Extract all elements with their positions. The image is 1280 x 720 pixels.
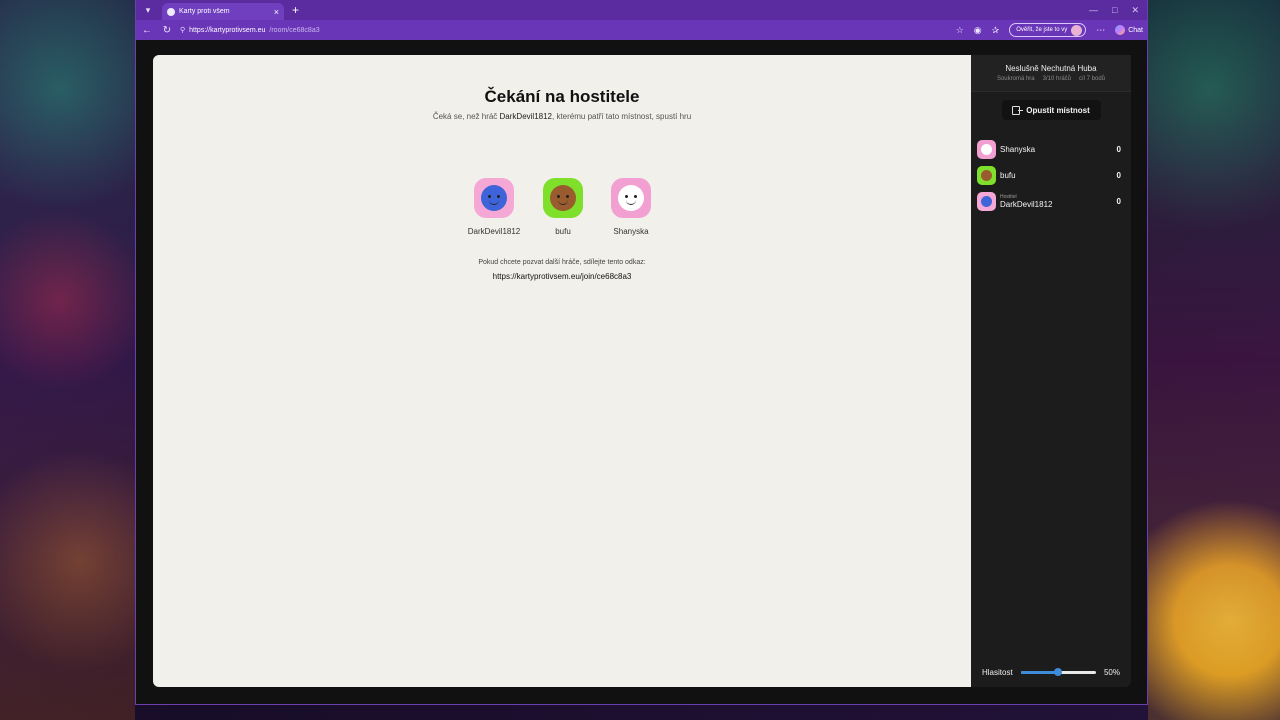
scoreboard-player-name: bufu <box>1000 170 1016 180</box>
scoreboard: Shanyska 0 bufu 0 Hostitel DarkDevil1812 0 <box>971 136 1131 214</box>
avatar-face-icon <box>618 185 644 211</box>
url-field[interactable]: ⚲ https://kartyprotivsem.eu/room/ce68c8a… <box>180 23 950 37</box>
volume-slider[interactable] <box>1020 667 1096 676</box>
url-host: https://kartyprotivsem.eu <box>189 26 266 34</box>
tab-title: Karty proti všem <box>179 8 230 15</box>
chat-label: Chat <box>1128 26 1143 34</box>
toolbar-icons: ☆ ◉ ✰ Ověřit, že jste to vy ⋯ Chat <box>956 23 1143 37</box>
volume-control: Hlasitost 50% <box>971 665 1131 679</box>
scoreboard-score: 0 <box>1116 196 1121 206</box>
page-title: Čekání na hostitele <box>484 87 640 106</box>
room-sidebar: Neslušně Nechutná Huba Soukromá hra 3/10… <box>971 55 1131 687</box>
waiting-room-panel: Čekání na hostitele Čeká se, než hráč Da… <box>153 55 971 687</box>
site-info-icon[interactable]: ⚲ <box>180 26 185 34</box>
waiting-description: Čeká se, než hráč DarkDevil1812, kterému… <box>153 112 971 121</box>
player-name: bufu <box>555 227 571 236</box>
room-goal: cíl 7 bodů <box>1079 76 1106 82</box>
address-bar: ← ↻ ⚲ https://kartyprotivsem.eu/room/ce6… <box>136 20 1147 40</box>
scoreboard-score: 0 <box>1116 170 1121 180</box>
extension-icon[interactable]: ◉ <box>974 25 982 36</box>
new-tab-plus-icon[interactable]: + <box>292 3 299 17</box>
scoreboard-avatar <box>977 165 996 185</box>
scoreboard-player-info: Shanyska <box>1000 145 1113 154</box>
room-header: Neslušně Nechutná Huba Soukromá hra 3/10… <box>971 55 1131 92</box>
browser-window: ▾ Karty proti všem × + — □ ✕ ← ↻ ⚲ https… <box>135 0 1148 705</box>
room-player-count: 3/10 hráčů <box>1042 76 1071 82</box>
page-viewport: Čekání na hostitele Čeká se, než hráč Da… <box>136 40 1147 704</box>
scoreboard-player-info: bufu <box>1000 171 1113 180</box>
scoreboard-row: Hostitel DarkDevil1812 0 <box>971 188 1131 214</box>
player-card: bufu <box>537 178 589 236</box>
verify-label: Ověřit, že jste to vy <box>1016 27 1068 33</box>
tab-bar: ▾ Karty proti všem × + — □ ✕ <box>136 0 1147 20</box>
scoreboard-row: bufu 0 <box>971 162 1131 188</box>
scoreboard-avatar <box>977 191 996 211</box>
player-card: Shanyska <box>605 178 657 236</box>
player-name: Shanyska <box>613 227 649 236</box>
scoreboard-player-info: Hostitel DarkDevil1812 <box>1000 194 1113 209</box>
waiting-description-end: , kterému patří tato místnost, spustí hr… <box>552 112 692 121</box>
scoreboard-player-name: Shanyska <box>1000 144 1036 154</box>
scoreboard-row: Shanyska 0 <box>971 136 1131 162</box>
host-name: DarkDevil1812 <box>499 112 552 121</box>
player-avatar <box>611 178 651 218</box>
player-name: DarkDevil1812 <box>467 227 521 236</box>
minimize-icon[interactable]: — <box>1089 5 1098 16</box>
leave-room-button[interactable]: Opustit místnost <box>1001 100 1101 120</box>
player-avatars: DarkDevil1812 bufu Shanyska <box>153 178 971 236</box>
collections-star-icon[interactable]: ✰ <box>992 25 1000 36</box>
copilot-chat-button[interactable]: Chat <box>1115 25 1143 35</box>
invite-link[interactable]: https://kartyprotivsem.eu/join/ce68c8a3 <box>153 272 971 281</box>
player-card: DarkDevil1812 <box>467 178 521 236</box>
waiting-description-start: Čeká se, než hráč <box>432 112 500 121</box>
maximize-icon[interactable]: □ <box>1112 5 1117 16</box>
volume-label: Hlasitost <box>982 667 1013 677</box>
profile-verify-button[interactable]: Ověřit, že jste to vy <box>1009 23 1087 37</box>
player-avatar <box>474 178 514 218</box>
avatar-face-icon <box>481 185 507 211</box>
reload-icon[interactable]: ↻ <box>160 25 174 36</box>
scoreboard-avatar <box>977 139 996 159</box>
exit-door-icon <box>1012 105 1024 115</box>
window-controls: — □ ✕ <box>1089 5 1147 16</box>
more-menu-icon[interactable]: ⋯ <box>1096 25 1105 36</box>
tab-active[interactable]: Karty proti všem × <box>162 3 284 20</box>
room-meta: Soukromá hra 3/10 hráčů cíl 7 bodů <box>971 76 1131 82</box>
tab-close-icon[interactable]: × <box>274 7 279 17</box>
leave-room-label: Opustit místnost <box>1026 105 1090 115</box>
invite-instructions: Pokud chcete pozvat další hráče, sdílejt… <box>478 259 646 266</box>
room-type: Soukromá hra <box>996 76 1035 82</box>
close-window-icon[interactable]: ✕ <box>1131 5 1139 16</box>
volume-slider-thumb[interactable] <box>1054 667 1063 676</box>
wallpaper-right-art <box>1148 0 1280 720</box>
avatar-face-icon <box>550 185 576 211</box>
favorite-star-icon[interactable]: ☆ <box>956 25 964 36</box>
copilot-logo-icon <box>1115 25 1126 35</box>
scoreboard-score: 0 <box>1116 144 1121 154</box>
room-name: Neslušně Nechutná Huba <box>1005 64 1097 73</box>
wallpaper-left-art <box>0 0 135 720</box>
url-path: /room/ce68c8a3 <box>269 26 320 34</box>
player-avatar <box>543 178 583 218</box>
back-arrow-icon[interactable]: ← <box>140 25 154 36</box>
tab-list-chevron-icon[interactable]: ▾ <box>140 2 156 18</box>
profile-avatar <box>1071 24 1083 36</box>
scoreboard-player-name: DarkDevil1812 <box>1000 199 1053 209</box>
favicon-icon <box>167 7 175 16</box>
volume-slider-fill <box>1020 670 1059 674</box>
volume-value: 50% <box>1103 667 1120 677</box>
